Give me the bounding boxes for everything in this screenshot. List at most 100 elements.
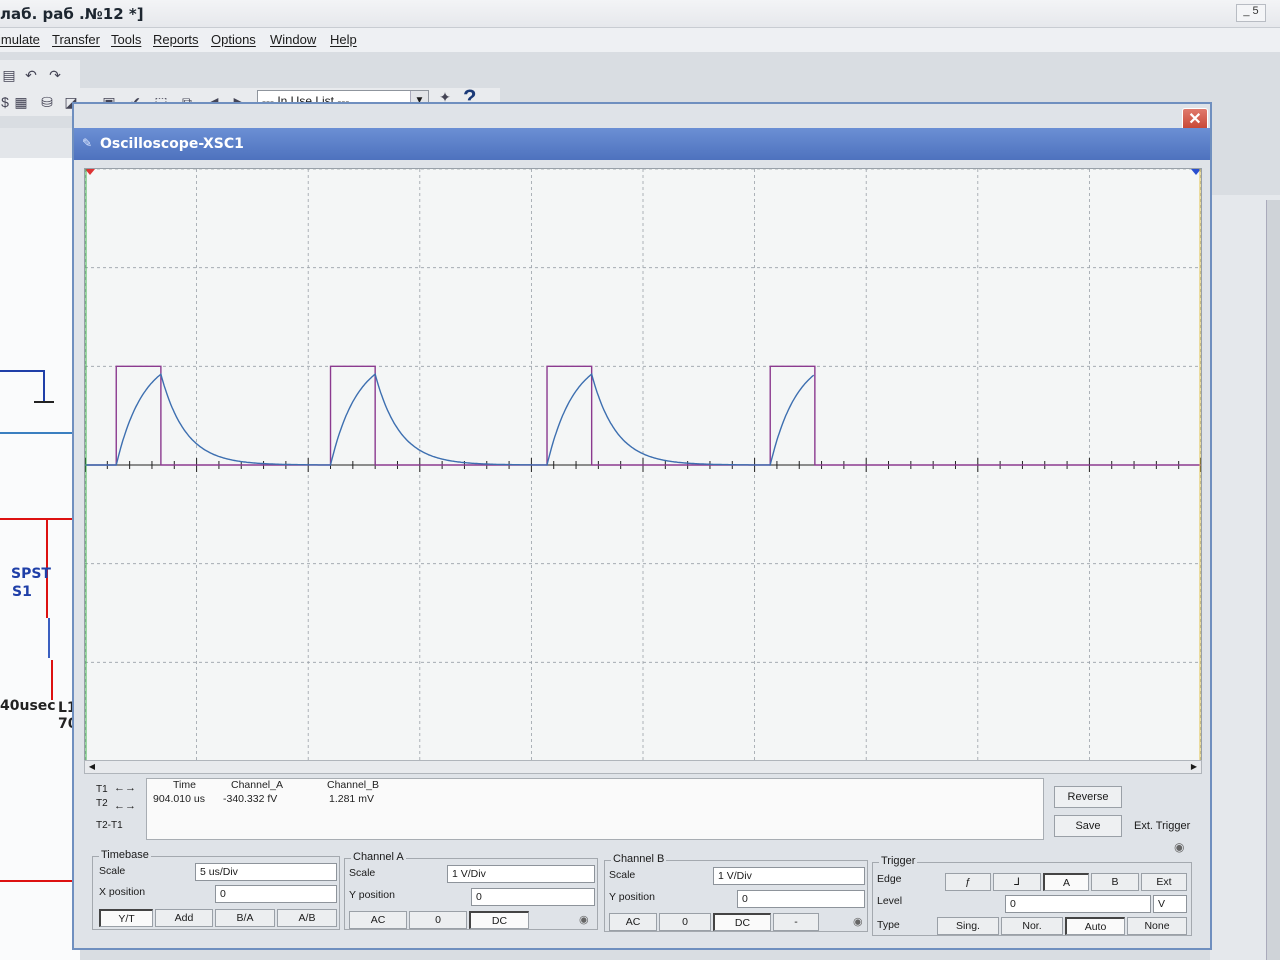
mode-add-button[interactable]: Add: [155, 909, 213, 927]
reverse-button[interactable]: Reverse: [1054, 786, 1122, 808]
channel-a-dc-button[interactable]: DC: [469, 911, 529, 929]
save-button[interactable]: Save: [1054, 815, 1122, 837]
mode-yt-button[interactable]: Y/T: [99, 909, 153, 927]
print-icon[interactable]: ▤: [0, 66, 18, 84]
channel-a-ypos-label: Y position: [349, 889, 395, 901]
timebase-title: Timebase: [99, 849, 151, 861]
wire-red: [51, 660, 53, 700]
channel-b-ac-button[interactable]: AC: [609, 913, 657, 931]
scroll-right-icon[interactable]: ▶: [1187, 761, 1201, 773]
trigger-source-ext-button[interactable]: Ext: [1141, 873, 1187, 891]
mode-ab-button[interactable]: A/B: [277, 909, 337, 927]
channel-b-zero-button[interactable]: 0: [659, 913, 711, 931]
trigger-type-label: Type: [877, 919, 900, 931]
redo-icon[interactable]: ↷: [46, 66, 64, 84]
edge-rising-button[interactable]: ƒ: [945, 873, 991, 891]
trigger-title: Trigger: [879, 855, 918, 867]
menu-bar: imulate Transfer Tools Reports Options W…: [0, 28, 1280, 52]
ground-symbol: [34, 401, 54, 403]
menu-tools[interactable]: Tools: [111, 32, 141, 47]
menu-help[interactable]: Help: [330, 32, 357, 47]
menu-transfer[interactable]: Transfer: [52, 32, 100, 47]
menu-options[interactable]: Options: [211, 32, 256, 47]
oscilloscope-icon: ✎: [82, 136, 93, 150]
channel-a-title: Channel A: [351, 851, 406, 863]
switch-contact: [48, 618, 50, 658]
t1-arrows[interactable]: ←→: [114, 782, 136, 794]
oscilloscope-screen[interactable]: [84, 168, 1202, 762]
channel-a-ac-button[interactable]: AC: [349, 911, 407, 929]
switch-type-label: SPST: [11, 566, 51, 582]
vertical-scrollbar[interactable]: [1266, 200, 1280, 960]
channel-b-ypos-label: Y position: [609, 891, 655, 903]
trigger-edge-label: Edge: [877, 873, 902, 885]
channel-b-trace: [85, 372, 815, 466]
channel-a-group: Channel A Scale 1 V/Div Y position 0 AC …: [344, 851, 598, 930]
mode-ba-button[interactable]: B/A: [215, 909, 275, 927]
waveform-plot: [85, 169, 1201, 761]
database-icon[interactable]: ⛁: [38, 93, 56, 111]
wire-red: [0, 518, 76, 520]
t1-label: T1: [96, 784, 108, 795]
minimize-button[interactable]: _ 5: [1236, 4, 1266, 22]
value-time: 904.010 us: [153, 793, 205, 805]
channel-a-connector-icon[interactable]: ◉: [579, 913, 589, 926]
t2-t1-label: T2-T1: [96, 820, 123, 831]
channel-a-scale-label: Scale: [349, 867, 376, 879]
spreadsheet-icon[interactable]: ▦: [12, 93, 30, 111]
channel-b-scale-label: Scale: [609, 869, 636, 881]
channel-b-dc-button[interactable]: DC: [713, 913, 771, 931]
edge-falling-button[interactable]: ⅃: [993, 873, 1041, 891]
standard-toolbar: ▤ ↶ ↷: [0, 60, 80, 90]
schematic-canvas[interactable]: [0, 128, 80, 960]
app-titlebar: лаб. раб .№12 *] _ 5: [0, 0, 1280, 28]
trigger-none-button[interactable]: None: [1127, 917, 1187, 935]
trigger-auto-button[interactable]: Auto: [1065, 917, 1125, 935]
timebase-scale-label: Scale: [99, 865, 126, 877]
cursor-readout: T1 ←→ T2 ←→ T2-T1 Time Channel_A Channel…: [92, 778, 1192, 854]
trigger-source-a-button[interactable]: A: [1043, 873, 1089, 891]
wire-red: [0, 880, 76, 882]
wire-blue: [43, 370, 45, 402]
menu-simulate[interactable]: imulate: [0, 32, 40, 47]
timebase-scale-field[interactable]: 5 us/Div: [195, 863, 337, 881]
trigger-normal-button[interactable]: Nor.: [1001, 917, 1063, 935]
value-channel-b: 1.281 mV: [329, 793, 374, 805]
trigger-source-b-button[interactable]: B: [1091, 873, 1139, 891]
channel-a-ypos-field[interactable]: 0: [471, 888, 595, 906]
wire-blue: [0, 370, 44, 372]
channel-b-scale-field[interactable]: 1 V/Div: [713, 867, 865, 885]
header-time: Time: [173, 779, 196, 791]
channel-b-connector-icon[interactable]: ◉: [853, 915, 863, 928]
horizontal-scrollbar[interactable]: ◀ ▶: [84, 760, 1202, 774]
trigger-level-field[interactable]: 0: [1005, 895, 1151, 913]
channel-b-title: Channel B: [611, 853, 667, 865]
timebase-group: Timebase Scale 5 us/Div X position 0 Y/T…: [92, 849, 340, 930]
channel-a-scale-field[interactable]: 1 V/Div: [447, 865, 595, 883]
channel-b-ypos-field[interactable]: 0: [737, 890, 865, 908]
channel-b-minus-button[interactable]: -: [773, 913, 819, 931]
time-label: 40usec: [0, 698, 56, 714]
x-position-field[interactable]: 0: [215, 885, 337, 903]
wire-light-blue: [0, 432, 76, 434]
scroll-left-icon[interactable]: ◀: [85, 761, 99, 773]
cursor-labels: T1 ←→ T2 ←→ T2-T1: [92, 778, 146, 838]
oscilloscope-titlebar[interactable]: ✎ Oscilloscope-XSC1: [74, 128, 1210, 160]
t2-arrows[interactable]: ←→: [114, 800, 136, 812]
trigger-level-unit[interactable]: V: [1153, 895, 1187, 913]
trigger-level-label: Level: [877, 895, 903, 907]
menu-reports[interactable]: Reports: [153, 32, 199, 47]
oscilloscope-top-band: ✕: [74, 104, 1210, 132]
trigger-single-button[interactable]: Sing.: [937, 917, 999, 935]
trigger-group: Trigger Edge ƒ ⅃ A B Ext Level 0 V Type …: [872, 855, 1192, 936]
schematic-toolbar: [0, 128, 80, 158]
readout-table: Time Channel_A Channel_B 904.010 us -340…: [146, 778, 1044, 840]
menu-window[interactable]: Window: [270, 32, 316, 47]
ext-trigger-connector-icon[interactable]: ◉: [1174, 840, 1184, 854]
undo-icon[interactable]: ↶: [22, 66, 40, 84]
x-position-label: X position: [99, 886, 146, 898]
channel-a-zero-button[interactable]: 0: [409, 911, 467, 929]
oscilloscope-title: Oscilloscope-XSC1: [100, 136, 244, 152]
app-title: лаб. раб .№12 *]: [0, 5, 144, 23]
header-channel-b: Channel_B: [327, 779, 379, 791]
